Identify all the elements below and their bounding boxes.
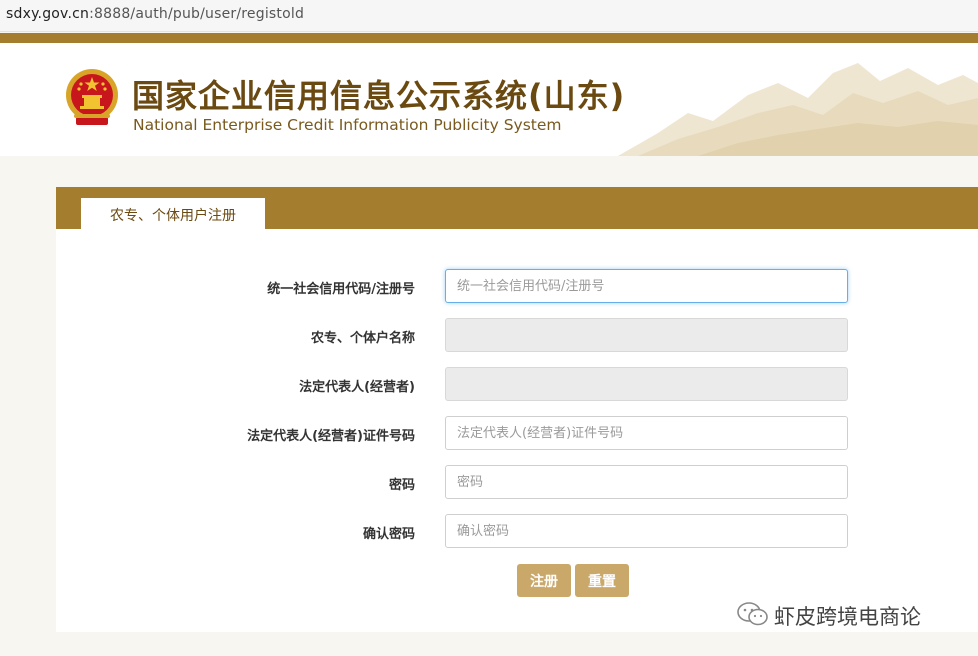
browser-address-bar[interactable]: sdxy.gov.cn:8888/auth/pub/user/registold xyxy=(0,0,978,32)
header-top-band xyxy=(0,33,978,43)
business-name-input[interactable] xyxy=(445,318,848,352)
confirm-password-input[interactable] xyxy=(445,514,848,548)
password-label: 密码 xyxy=(388,478,415,493)
credit-code-label: 统一社会信用代码/注册号 xyxy=(267,282,415,297)
watermark: 虾皮跨境电商论 xyxy=(736,600,966,630)
credit-code-input[interactable] xyxy=(445,269,848,303)
tab-individual-registration[interactable]: 农专、个体用户注册 xyxy=(81,198,265,229)
site-title-english: National Enterprise Credit Information P… xyxy=(133,116,562,134)
legal-representative-input[interactable] xyxy=(445,367,848,401)
url-text[interactable]: sdxy.gov.cn:8888/auth/pub/user/registold xyxy=(6,6,304,22)
confirm-password-label: 确认密码 xyxy=(362,527,415,542)
national-emblem-icon xyxy=(66,69,118,125)
legal-representative-label: 法定代表人(经营者) xyxy=(299,380,415,395)
url-path: :8888/auth/pub/user/registold xyxy=(89,6,305,22)
register-button[interactable]: 注册 xyxy=(517,564,571,597)
wechat-icon xyxy=(737,602,768,626)
watermark-text: 虾皮跨境电商论 xyxy=(774,605,921,629)
mountain-decoration xyxy=(618,63,978,156)
id-number-label: 法定代表人(经营者)证件号码 xyxy=(247,429,415,444)
tab-label: 农专、个体用户注册 xyxy=(110,208,236,224)
business-name-label: 农专、个体户名称 xyxy=(310,331,415,346)
site-title-chinese: 国家企业信用信息公示系统(山东) xyxy=(132,77,626,115)
id-number-input[interactable] xyxy=(445,416,848,450)
url-host: sdxy.gov.cn xyxy=(6,6,90,22)
reset-button[interactable]: 重置 xyxy=(575,564,629,597)
site-header: 国家企业信用信息公示系统(山东) National Enterprise Cre… xyxy=(0,43,978,156)
password-input[interactable] xyxy=(445,465,848,499)
